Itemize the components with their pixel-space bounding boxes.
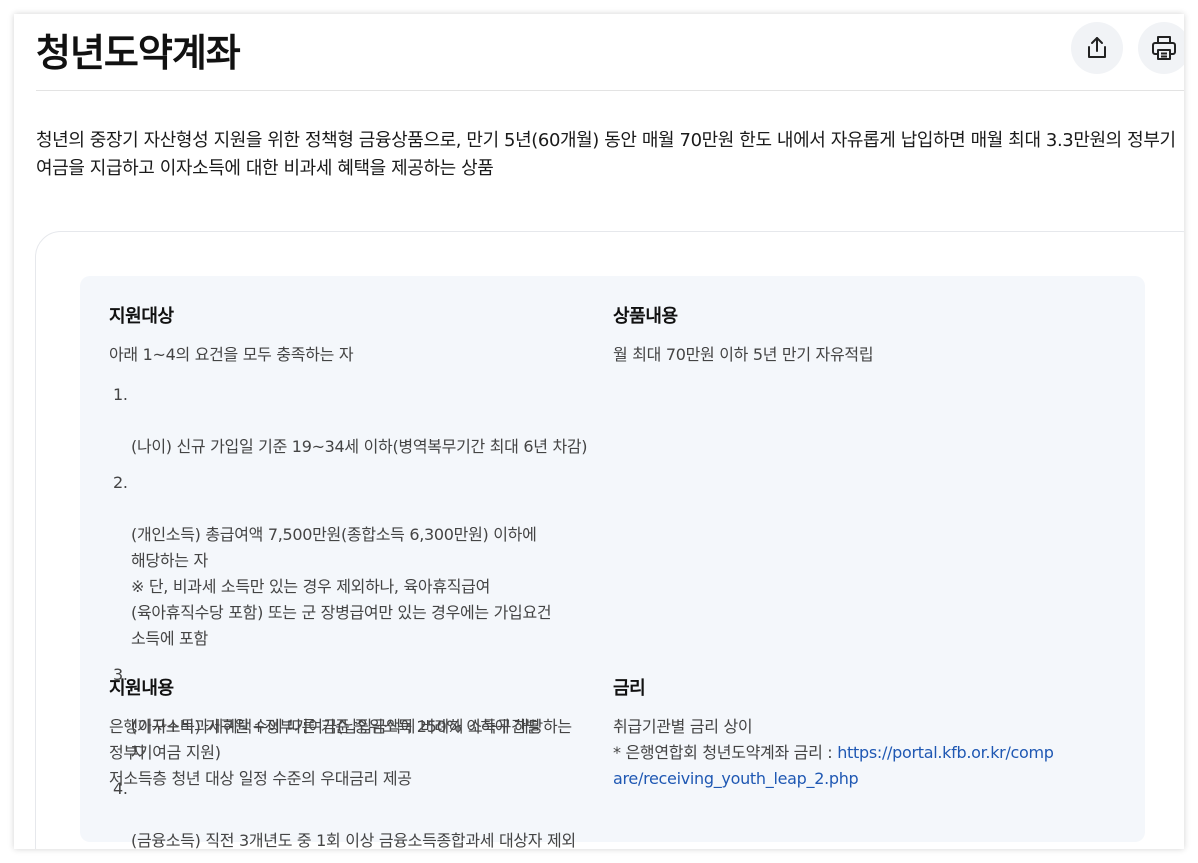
- target-heading: 지원대상: [109, 306, 174, 327]
- rate-link-part1: https://portal.kfb.or.kr/comp: [837, 743, 1054, 762]
- share-button[interactable]: [1071, 22, 1123, 74]
- page-title: 청년도약계좌: [36, 31, 241, 75]
- header-divider: [36, 90, 1184, 91]
- criteria-item: 2. (개인소득) 총급여액 7,500만원(종합소득 6,300만원) 이하에…: [109, 470, 609, 652]
- rate-note-prefix: * 은행연합회 청년도약계좌 금리 :: [613, 743, 838, 762]
- support-heading: 지원내용: [109, 678, 174, 699]
- rate-link-part2: are/receiving_youth_leap_2.php: [613, 769, 859, 788]
- product-description: 청년의 중장기 자산형성 지원을 위한 정책형 금융상품으로, 만기 5년(60…: [36, 130, 1176, 179]
- product-text: 월 최대 70만원 이하 5년 만기 자유적립: [613, 345, 874, 364]
- criteria-text: (금융소득) 직전 3개년도 중 1회 이상 금융소득종합과세 대상자 제외: [131, 831, 576, 849]
- print-icon: [1152, 36, 1176, 60]
- criteria-text: (개인소득) 총급여액 7,500만원(종합소득 6,300만원) 이하에 해당…: [131, 525, 552, 648]
- criteria-item: 1. (나이) 신규 가입일 기준 19~34세 이하(병역복무기간 최대 6년…: [109, 382, 609, 460]
- target-intro: 아래 1~4의 요건을 모두 충족하는 자: [109, 345, 354, 364]
- rate-section: 금리 취급기관별 금리 상이 * 은행연합회 청년도약계좌 금리 : https…: [613, 674, 1123, 792]
- support-section: 지원내용 은행이자+비과세혜택+정부기여금(납입금액에 비례해 소득구간별 정부…: [109, 674, 609, 792]
- page: 청년도약계좌 청년의 중장기 자산형성 지원을 위한 정책형 금융상품으로, 만…: [0, 0, 1198, 863]
- rate-line: 취급기관별 금리 상이: [613, 717, 753, 736]
- product-heading: 상품내용: [613, 306, 678, 327]
- print-button[interactable]: [1138, 22, 1184, 74]
- content-frame: 청년도약계좌 청년의 중장기 자산형성 지원을 위한 정책형 금융상품으로, 만…: [14, 14, 1184, 849]
- criteria-text: (나이) 신규 가입일 기준 19~34세 이하(병역복무기간 최대 6년 차감…: [131, 437, 588, 456]
- rate-note: * 은행연합회 청년도약계좌 금리 : https://portal.kfb.o…: [613, 740, 1123, 792]
- info-box: 지원대상 아래 1~4의 요건을 모두 충족하는 자 1. (나이) 신규 가입…: [80, 276, 1145, 849]
- rate-heading: 금리: [613, 678, 646, 699]
- share-icon: [1088, 37, 1106, 58]
- criteria-number: 2.: [113, 473, 128, 492]
- criteria-number: 1.: [113, 385, 128, 404]
- product-section: 상품내용 월 최대 70만원 이하 5년 만기 자유적립: [613, 302, 1113, 368]
- support-text: 은행이자+비과세혜택+정부기여금(납입금액에 비례해 소득구간별 정부기여금 지…: [109, 717, 541, 788]
